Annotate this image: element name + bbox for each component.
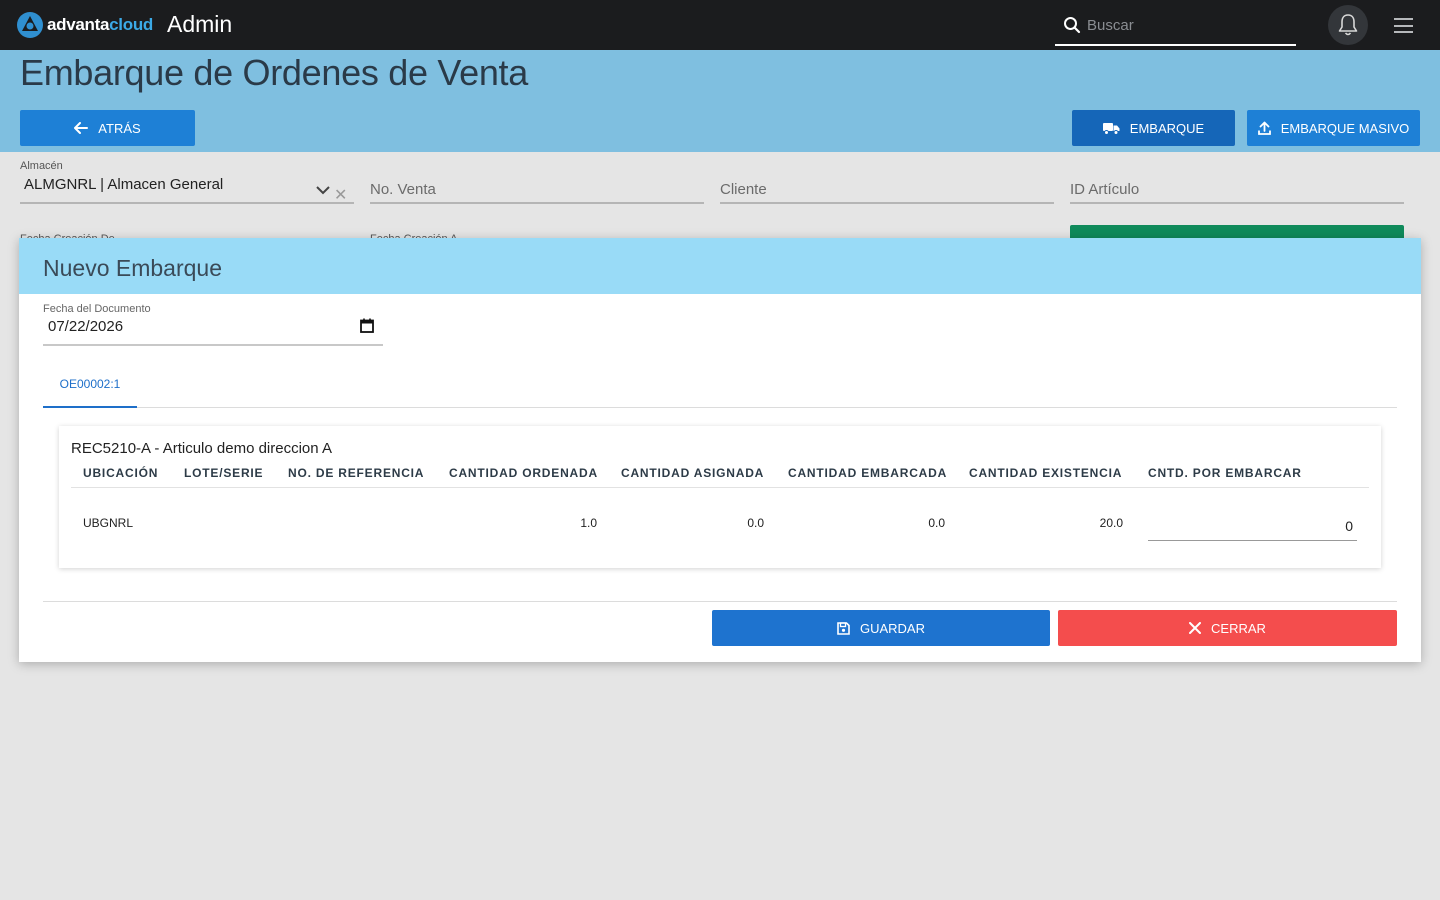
save-button[interactable]: GUARDAR — [712, 610, 1050, 646]
logo-icon — [17, 12, 43, 38]
close-icon — [1189, 622, 1202, 634]
nuevo-embarque-dialog: Nuevo Embarque Fecha del Documento 07/22… — [19, 238, 1421, 662]
chevron-down-icon[interactable] — [316, 186, 330, 195]
bell-icon — [1338, 14, 1358, 36]
id-articulo-field[interactable]: ID Artículo — [1070, 178, 1404, 204]
no-venta-field[interactable]: No. Venta — [370, 178, 704, 204]
calendar-icon[interactable] — [360, 318, 374, 333]
page-title: Embarque de Ordenes de Venta — [20, 52, 528, 93]
close-button[interactable]: CERRAR — [1058, 610, 1397, 646]
notifications-button[interactable] — [1328, 5, 1368, 45]
arrow-left-icon — [74, 122, 89, 134]
truck-icon — [1102, 122, 1120, 135]
search-input[interactable] — [1087, 16, 1287, 34]
save-icon — [837, 621, 850, 635]
cell-embarcada: 0.0 — [928, 516, 945, 530]
cell-asignada: 0.0 — [747, 516, 764, 530]
dialog-title: Nuevo Embarque — [43, 255, 222, 281]
col-cantidad-existencia: CANTIDAD EXISTENCIA — [969, 466, 1123, 480]
col-cantidad-ordenada: CANTIDAD ORDENADA — [449, 466, 598, 480]
col-ubicacion: UBICACIÓN — [83, 466, 159, 480]
item-card: REC5210-A - Articulo demo direccion A UB… — [59, 426, 1381, 568]
search-icon — [1064, 17, 1081, 34]
brand-logo[interactable]: advantacloud — [16, 11, 153, 39]
cell-existencia: 20.0 — [1099, 516, 1123, 530]
app-title: Admin — [167, 11, 233, 37]
col-referencia: NO. DE REFERENCIA — [288, 466, 425, 480]
back-button[interactable]: ATRÁS — [20, 110, 195, 146]
col-cantidad-embarcada: CANTIDAD EMBARCADA — [788, 466, 948, 480]
document-date-label: Fecha del Documento — [43, 303, 151, 315]
page-header: Embarque de Ordenes de Venta ATRÁS EMBAR… — [0, 50, 1440, 152]
almacen-value: ALMGNRL | Almacen General — [24, 176, 224, 193]
col-lote-serie: LOTE/SERIE — [184, 466, 264, 480]
cell-ordenada: 1.0 — [580, 516, 597, 530]
upload-icon — [1257, 121, 1271, 135]
clear-icon[interactable]: ✕ — [334, 185, 347, 205]
hamburger-menu-icon[interactable] — [1394, 18, 1413, 33]
document-date-value: 07/22/2026 — [48, 318, 124, 335]
almacen-select[interactable]: Almacén ALMGNRL | Almacen General ✕ — [20, 160, 354, 204]
embarque-button[interactable]: EMBARQUE — [1072, 110, 1235, 146]
almacen-label: Almacén — [20, 160, 63, 172]
footer-divider — [43, 601, 1397, 602]
order-tabs: OE00002:1 — [43, 362, 1397, 408]
tab-order[interactable]: OE00002:1 — [43, 362, 137, 408]
document-date-field[interactable]: Fecha del Documento 07/22/2026 — [43, 302, 383, 346]
search-button[interactable] — [1070, 225, 1404, 238]
item-title: REC5210-A - Articulo demo direccion A — [71, 440, 332, 457]
embarque-masivo-button[interactable]: EMBARQUE MASIVO — [1247, 110, 1420, 146]
cliente-field[interactable]: Cliente — [720, 178, 1054, 204]
search-box[interactable] — [1055, 6, 1296, 46]
quantity-to-ship-input[interactable]: 0 — [1148, 510, 1357, 541]
cell-ubicacion: UBGNRL — [83, 516, 134, 530]
top-navbar: advantacloud Admin — [0, 0, 1440, 50]
col-cantidad-asignada: CANTIDAD ASIGNADA — [621, 466, 765, 480]
table-header: UBICACIÓN LOTE/SERIE NO. DE REFERENCIA C… — [71, 456, 1369, 488]
logo-text: advantacloud — [47, 15, 153, 34]
dialog-header: Nuevo Embarque — [19, 238, 1421, 294]
col-por-embarcar: CNTD. POR EMBARCAR — [1148, 466, 1302, 480]
